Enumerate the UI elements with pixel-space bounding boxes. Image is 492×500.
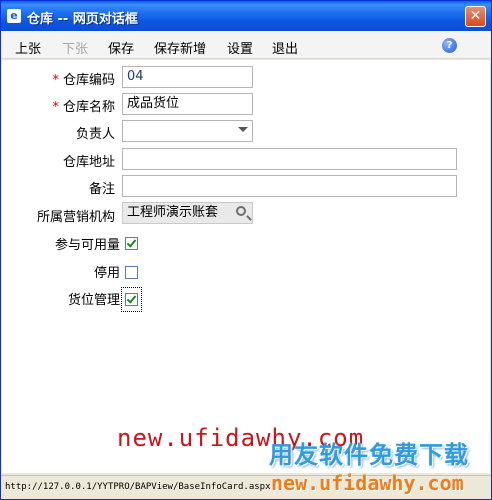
warehouse-code-label: * 仓库编码 xyxy=(52,73,115,88)
title-bar[interactable]: e 仓库 -- 网页对话框 ✕ xyxy=(1,1,491,31)
prev-button[interactable]: 上张 xyxy=(15,38,41,57)
save-button[interactable]: 保存 xyxy=(108,38,134,57)
watermark-cn: 用友软件免费下载 xyxy=(269,441,469,469)
toolbar: 上张 下张 保存 保存新增 设置 退出 ? xyxy=(1,31,491,59)
window-title: 仓库 -- 网页对话框 xyxy=(27,12,138,27)
address-field[interactable] xyxy=(122,148,457,170)
sales-org-lookup[interactable]: 工程师演示账套 xyxy=(122,202,253,224)
required-mark: * xyxy=(52,73,59,88)
remark-label: 备注 xyxy=(88,182,115,197)
warehouse-code-field[interactable]: 04 xyxy=(122,66,253,88)
location-mgmt-checkbox[interactable] xyxy=(125,293,138,306)
warehouse-name-field[interactable]: 成品货位 xyxy=(122,93,253,115)
disabled-checkbox[interactable] xyxy=(125,266,138,279)
ie-page-icon: e xyxy=(7,9,21,23)
dialog-window: e 仓库 -- 网页对话框 ✕ 上张 下张 保存 保存新增 设置 退出 ? * 仓… xyxy=(0,0,492,500)
save-and-new-button[interactable]: 保存新增 xyxy=(154,38,206,57)
watermark-url-2: new.ufidawhy.com xyxy=(271,471,464,495)
next-button[interactable]: 下张 xyxy=(62,38,88,57)
location-mgmt-label: 货位管理 xyxy=(67,293,120,308)
owner-label: 负责人 xyxy=(75,127,115,142)
form-area: * 仓库编码 04 * 仓库名称 成品货位 负责人 仓库地址 备注 所属营销机构 工… xyxy=(2,60,490,473)
available-label: 参与可用量 xyxy=(54,238,120,253)
close-button[interactable]: ✕ xyxy=(465,6,486,27)
address-label: 仓库地址 xyxy=(62,155,115,170)
disabled-label: 停用 xyxy=(93,266,120,281)
remark-field[interactable] xyxy=(122,175,457,197)
help-icon[interactable]: ? xyxy=(442,38,457,53)
check-icon xyxy=(126,237,137,248)
available-checkbox[interactable] xyxy=(125,237,138,250)
chevron-down-icon[interactable] xyxy=(238,127,248,132)
owner-select[interactable] xyxy=(122,120,253,142)
sales-org-label: 所属营销机构 xyxy=(36,210,115,225)
exit-button[interactable]: 退出 xyxy=(272,38,298,57)
settings-button[interactable]: 设置 xyxy=(227,38,253,57)
warehouse-name-label: * 仓库名称 xyxy=(52,100,115,115)
required-mark: * xyxy=(52,100,59,115)
sales-org-value: 工程师演示账套 xyxy=(127,205,219,220)
search-icon[interactable] xyxy=(236,206,246,216)
check-icon xyxy=(126,293,137,304)
